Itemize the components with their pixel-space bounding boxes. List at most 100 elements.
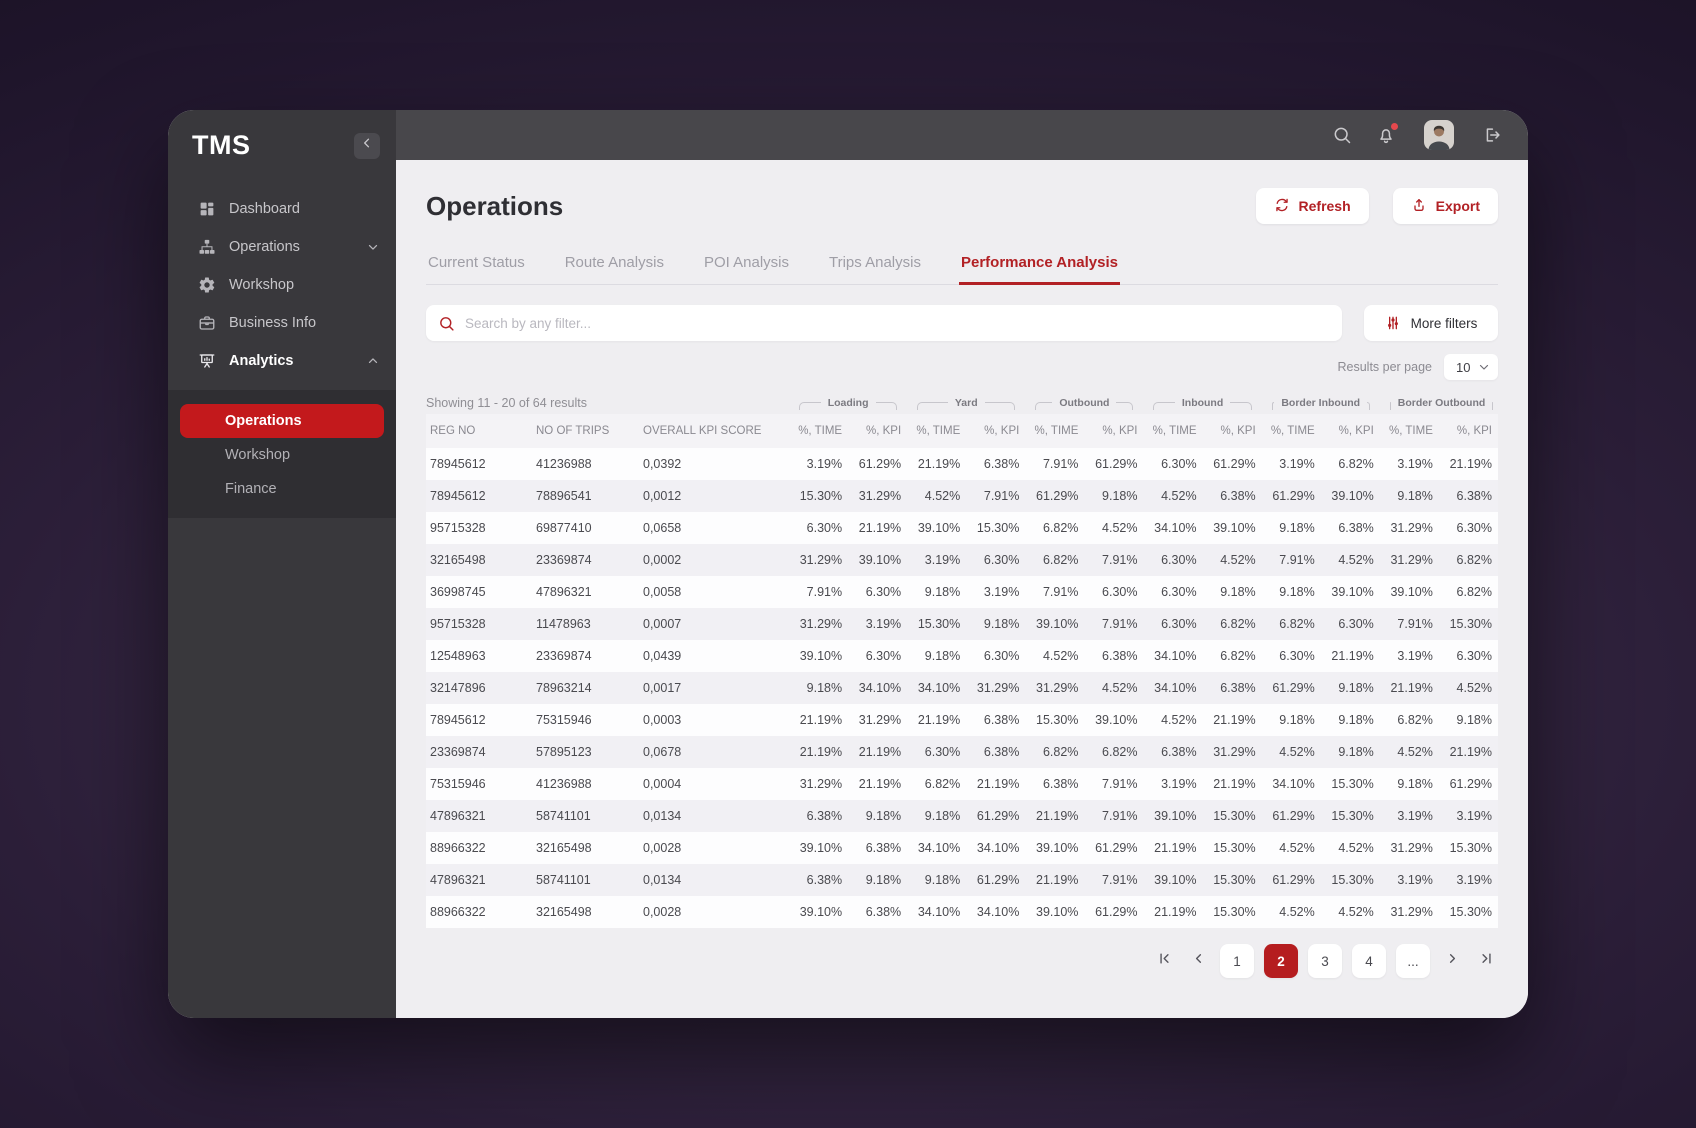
cell-metric: 3.19% [1397,649,1433,663]
tab-trips-analysis[interactable]: Trips Analysis [827,244,923,285]
sidebar-collapse-button[interactable] [354,132,380,159]
tab-performance-analysis[interactable]: Performance Analysis [958,244,1121,285]
bracket-line [1367,401,1370,410]
sidebar-item-operations[interactable]: Operations [168,228,396,266]
chevron-up-icon [366,354,380,368]
export-button[interactable]: Export [1392,188,1498,224]
sidebar-item-business-info[interactable]: Business Info [168,304,396,342]
tab-poi-analysis[interactable]: POI Analysis [702,244,791,285]
export-label: Export [1435,198,1480,214]
cell-metric: 6.30% [1279,649,1315,663]
bell-icon [1376,129,1396,149]
table-row: 32147896 78963214 0,0017 9.18% 34.10% 34.10% 3… [426,672,1498,704]
cell-metric: 31.29% [1036,681,1079,695]
results-per-page-select[interactable]: 10 [1444,354,1498,380]
cell-metric: 3.19% [806,457,843,471]
refresh-button[interactable]: Refresh [1255,188,1369,224]
last-page-button[interactable] [1474,944,1498,978]
cell-reg-no: 95715328 [430,617,486,631]
submenu-item-operations[interactable]: Operations [180,404,384,438]
more-filters-button[interactable]: More filters [1364,305,1498,341]
page-button-1[interactable]: 1 [1220,944,1254,978]
logout-button[interactable] [1482,125,1502,145]
page-button-2[interactable]: 2 [1264,944,1298,978]
submenu-item-finance[interactable]: Finance [180,472,384,506]
cell-metric: 7.91% [1042,585,1079,599]
cell-metric: 6.82% [1456,585,1492,599]
cell-metric: 31.29% [1213,745,1256,759]
cell-metric: 21.19% [976,777,1020,791]
sidebar-nav: Dashboard Operations Workshop Business Info… [168,190,396,380]
sidebar-item-dashboard[interactable]: Dashboard [168,190,396,228]
page-button-3[interactable]: 3 [1308,944,1342,978]
cell-metric: 9.18% [1279,713,1315,727]
cell-reg-no: 36998745 [430,585,486,599]
cell-metric: 34.10% [1154,681,1197,695]
cell-metric: 9.18% [1338,745,1374,759]
next-page-button[interactable] [1440,944,1464,978]
table-row: 88966322 32165498 0,0028 39.10% 6.38% 34.10% 3… [426,832,1498,864]
cell-metric: 15.30% [1449,905,1492,919]
cell-metric: 21.19% [1036,873,1079,887]
cell-metric: 6.30% [1338,617,1374,631]
search-input[interactable] [465,315,1330,331]
cell-metric: 9.18% [924,649,961,663]
cell-metric: 3.19% [1456,873,1492,887]
first-page-button[interactable] [1152,944,1176,978]
cell-metric: 21.19% [1154,905,1197,919]
cell-metric: 6.38% [1220,489,1256,503]
tab-route-analysis[interactable]: Route Analysis [563,244,666,285]
cell-metric: 21.19% [917,457,961,471]
cell-metric: 9.18% [1279,585,1315,599]
cell-no-of-trips: 23369874 [536,553,592,567]
logout-icon [1482,128,1502,149]
column-group-label: Outbound [1059,396,1110,409]
cell-metric: 21.19% [1390,681,1433,695]
bracket-line [1116,401,1134,410]
cell-metric: 7.91% [1102,809,1138,823]
table-row: 95715328 69877410 0,0658 6.30% 21.19% 39.10% 1… [426,512,1498,544]
page-button-4[interactable]: 4 [1352,944,1386,978]
cell-metric: 15.30% [976,521,1020,535]
cell-metric: 6.38% [1456,489,1492,503]
cell-metric: 15.30% [1213,905,1256,919]
bracket-line [1492,401,1494,410]
prev-page-button[interactable] [1186,944,1210,978]
cell-metric: 6.30% [1161,457,1197,471]
sidebar-item-workshop[interactable]: Workshop [168,266,396,304]
table-row: 78945612 75315946 0,0003 21.19% 31.29% 21.19%… [426,704,1498,736]
sidebar-item-analytics[interactable]: Analytics [168,342,396,380]
gear-icon [198,276,216,294]
cell-metric: 6.82% [924,777,961,791]
cell-metric: 6.82% [1042,553,1079,567]
column-header--kpi: %, KPI [848,414,908,448]
cell-metric: 3.19% [983,585,1020,599]
cell-metric: 3.19% [865,617,902,631]
cell-metric: 9.18% [1338,713,1374,727]
cell-metric: 7.91% [1397,617,1433,631]
cell-metric: 4.52% [1102,521,1138,535]
page-ellipsis-button[interactable]: ... [1396,944,1430,978]
search-button[interactable] [1332,125,1352,145]
cell-metric: 39.10% [799,649,843,663]
cell-metric: 6.30% [1102,585,1138,599]
notifications-button[interactable] [1376,123,1398,145]
cell-metric: 3.19% [1161,777,1197,791]
cell-metric: 61.29% [1272,489,1315,503]
submenu-item-workshop[interactable]: Workshop [180,438,384,472]
tab-current-status[interactable]: Current Status [426,244,527,285]
cell-metric: 39.10% [799,841,843,855]
user-avatar[interactable] [1424,120,1454,150]
cell-metric: 21.19% [1449,457,1492,471]
cell-metric: 6.82% [1397,713,1433,727]
dashboard-icon [198,200,216,218]
cell-overall-kpi-score: 0,0007 [643,617,682,631]
cell-no-of-trips: 41236988 [536,777,592,791]
cell-overall-kpi-score: 0,0658 [643,521,682,535]
cell-metric: 4.52% [1279,905,1315,919]
cell-metric: 39.10% [1036,841,1079,855]
cell-no-of-trips: 57895123 [536,745,592,759]
results-per-page-label: Results per page [1337,360,1432,374]
search-box [426,305,1342,341]
cell-overall-kpi-score: 0,0439 [643,649,682,663]
